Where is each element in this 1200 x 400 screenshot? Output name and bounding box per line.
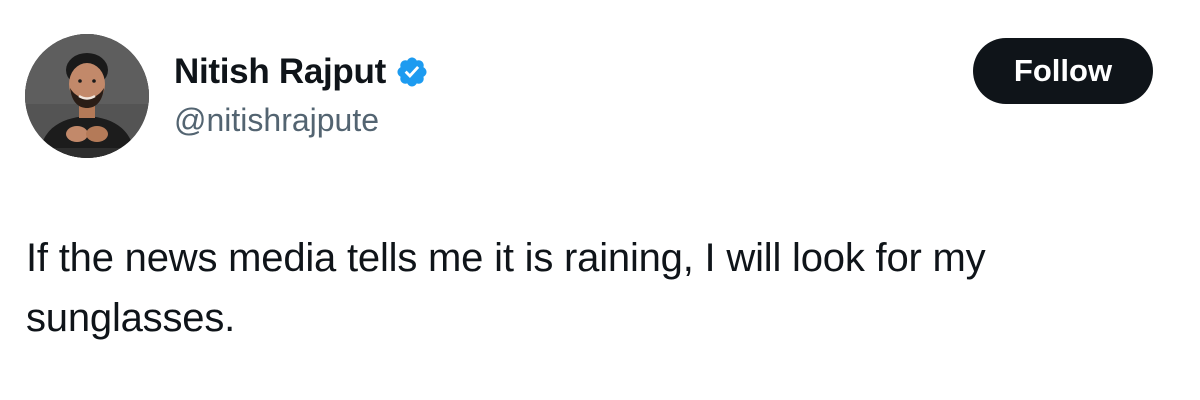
name-row: Nitish Rajput [174,50,429,94]
tweet-card: Nitish Rajput @nitishrajpute Follow If t… [0,0,1200,400]
author-info: Nitish Rajput @nitishrajpute [174,50,429,140]
follow-button[interactable]: Follow [973,38,1153,104]
user-handle[interactable]: @nitishrajpute [174,100,429,140]
display-name[interactable]: Nitish Rajput [174,50,386,94]
verified-badge-icon [395,55,429,89]
avatar[interactable] [25,34,149,158]
tweet-text: If the news media tells me it is raining… [26,236,986,340]
profile-photo-icon [25,34,149,158]
